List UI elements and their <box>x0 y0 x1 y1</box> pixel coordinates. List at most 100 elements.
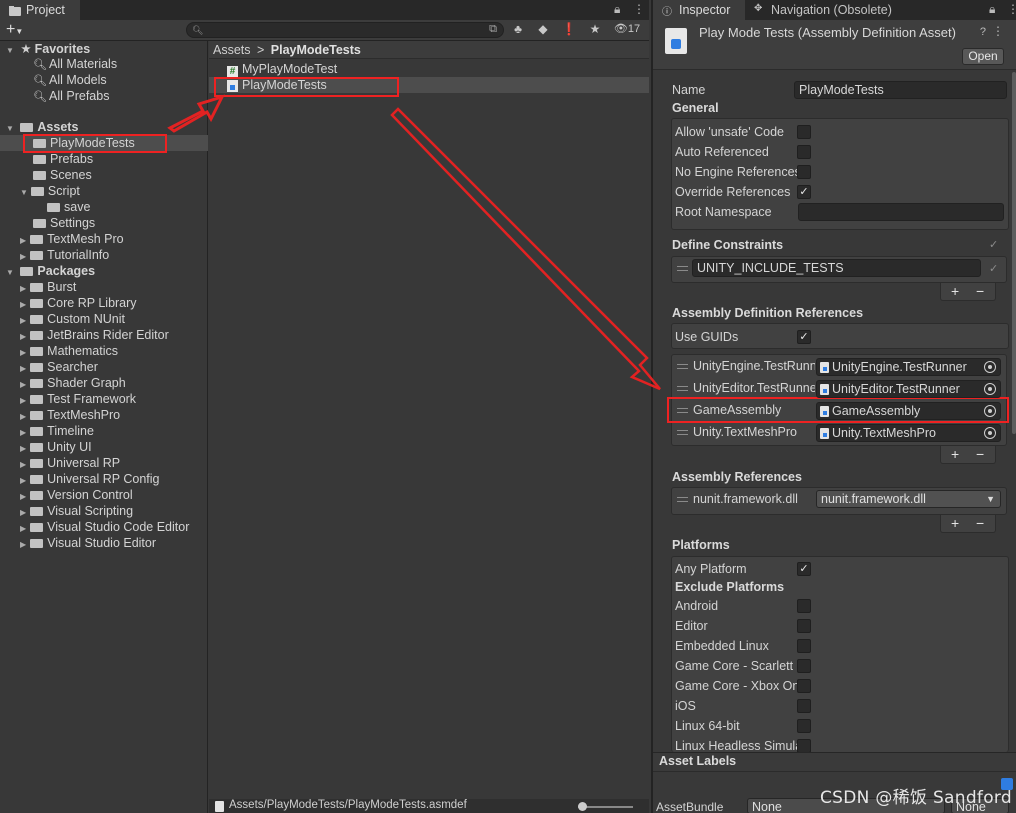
asmdef-reference-field[interactable]: UnityEngine.TestRunner <box>816 358 1001 376</box>
package-item[interactable]: ▶ Shader Graph <box>20 375 126 391</box>
favorites-header[interactable]: ▼ ★ Favorites <box>6 41 90 57</box>
package-item[interactable]: ▶ Universal RP <box>20 455 120 471</box>
drag-handle-icon[interactable] <box>677 408 688 413</box>
breadcrumb-current[interactable]: PlayModeTests <box>271 43 361 57</box>
package-item[interactable]: ▶ Visual Scripting <box>20 503 133 519</box>
slider-knob[interactable] <box>578 802 587 811</box>
drag-handle-icon[interactable] <box>677 386 688 391</box>
object-picker-icon[interactable] <box>984 427 996 439</box>
asset-labels-header[interactable]: Asset Labels <box>659 754 736 768</box>
platform-checkbox[interactable] <box>797 659 811 673</box>
asmdef-reference-field[interactable]: GameAssembly <box>816 402 1001 420</box>
platform-checkbox[interactable] <box>797 599 811 613</box>
collapsed-arrow-icon[interactable]: ▶ <box>20 284 26 293</box>
project-search-input[interactable]: 🔍︎ ⧉ <box>186 22 504 38</box>
platform-label: Linux Headless Simulation <box>675 739 797 752</box>
collapsed-arrow-icon[interactable]: ▶ <box>20 380 26 389</box>
object-picker-icon[interactable] <box>984 405 996 417</box>
folder-item-playmodetests[interactable]: PlayModeTests <box>0 135 208 151</box>
search-scope-icon[interactable]: ♣ <box>508 22 528 38</box>
object-picker-icon[interactable] <box>984 361 996 373</box>
general-option-checkbox[interactable] <box>797 165 811 179</box>
package-item[interactable]: ▶ Searcher <box>20 359 98 375</box>
file-item-script[interactable]: # MyPlayModeTest <box>209 61 649 78</box>
collapsed-arrow-icon[interactable]: ▶ <box>20 460 26 469</box>
expand-arrow-icon[interactable]: ▼ <box>6 268 14 277</box>
inspector-scrollbar[interactable] <box>1012 72 1016 434</box>
collapsed-arrow-icon[interactable]: ▶ <box>20 428 26 437</box>
folder-icon <box>30 507 44 516</box>
package-item[interactable]: ▶ Test Framework <box>20 391 136 407</box>
platform-checkbox[interactable] <box>797 639 811 653</box>
folder-item[interactable]: ▶ TextMesh Pro <box>20 231 124 247</box>
collapsed-arrow-icon[interactable]: ▶ <box>20 396 26 405</box>
favorite-item[interactable]: 🔍︎ All Models <box>33 72 107 88</box>
platform-checkbox[interactable] <box>797 719 811 733</box>
package-item[interactable]: ▶ JetBrains Rider Editor <box>20 327 169 343</box>
package-item[interactable]: ▶ Mathematics <box>20 343 118 359</box>
package-item[interactable]: ▶ Visual Studio Editor <box>20 535 156 551</box>
tab-project[interactable]: Project <box>0 0 80 20</box>
collapsed-arrow-icon[interactable]: ▶ <box>20 444 26 453</box>
breadcrumb-root[interactable]: Assets <box>213 43 251 57</box>
folder-item[interactable]: ▼ Script <box>20 183 80 199</box>
package-item[interactable]: ▶ Universal RP Config <box>20 471 159 487</box>
favorite-star-icon[interactable]: ★ <box>585 22 605 38</box>
collapsed-arrow-icon[interactable]: ▶ <box>20 252 26 261</box>
package-item[interactable]: ▶ Core RP Library <box>20 295 137 311</box>
assets-header[interactable]: ▼ Assets <box>6 119 78 135</box>
favorite-item[interactable]: 🔍︎ All Prefabs <box>33 88 109 104</box>
package-item[interactable]: ▶ Unity UI <box>20 439 92 455</box>
lock-icon[interactable]: 🔒︎ <box>614 2 620 17</box>
package-item[interactable]: ▶ Version Control <box>20 487 133 503</box>
folder-item[interactable]: Prefabs <box>33 151 93 167</box>
collapsed-arrow-icon[interactable]: ▶ <box>20 492 26 501</box>
collapsed-arrow-icon[interactable]: ▶ <box>20 540 26 549</box>
collapsed-arrow-icon[interactable]: ▶ <box>20 508 26 517</box>
platform-checkbox[interactable] <box>797 739 811 752</box>
drag-handle-icon[interactable] <box>677 430 688 435</box>
collapsed-arrow-icon[interactable]: ▶ <box>20 236 26 245</box>
folder-item[interactable]: ▶ TutorialInfo <box>20 247 109 263</box>
file-item-asmdef[interactable]: PlayModeTests <box>209 77 649 93</box>
favorite-item[interactable]: 🔍︎ All Materials <box>33 56 117 72</box>
search-by-type-icon[interactable]: ⧉ <box>489 23 497 36</box>
asmdef-reference-field[interactable]: Unity.TextMeshPro <box>816 424 1001 442</box>
collapsed-arrow-icon[interactable]: ▶ <box>20 348 26 357</box>
hidden-packages-toggle[interactable]: 👁︎17 <box>607 22 647 38</box>
expand-arrow-icon[interactable]: ▼ <box>6 124 14 133</box>
collapsed-arrow-icon[interactable]: ▶ <box>20 524 26 533</box>
collapsed-arrow-icon[interactable]: ▶ <box>20 364 26 373</box>
label-filter-icon[interactable]: ◆ <box>533 22 553 38</box>
folder-item[interactable]: save <box>47 199 90 215</box>
create-plus-button[interactable]: +▼ <box>6 21 23 39</box>
platform-checkbox[interactable] <box>797 619 811 633</box>
package-item[interactable]: ▶ Burst <box>20 279 76 295</box>
expand-arrow-icon[interactable]: ▼ <box>6 46 14 55</box>
expand-arrow-icon[interactable]: ▼ <box>20 188 28 197</box>
package-item[interactable]: ▶ TextMeshPro <box>20 407 120 423</box>
collapsed-arrow-icon[interactable]: ▶ <box>20 412 26 421</box>
package-item[interactable]: ▶ Timeline <box>20 423 94 439</box>
folder-item[interactable]: Settings <box>33 215 95 231</box>
package-item[interactable]: ▶ Visual Studio Code Editor <box>20 519 189 535</box>
collapsed-arrow-icon[interactable]: ▶ <box>20 316 26 325</box>
log-type-icon[interactable]: ❗ <box>559 22 579 38</box>
package-item[interactable]: ▶ Custom NUnit <box>20 311 125 327</box>
general-option-checkbox[interactable] <box>797 145 811 159</box>
general-option-checkbox[interactable] <box>797 125 811 139</box>
general-option-checkbox[interactable]: ✓ <box>797 185 811 199</box>
packages-header[interactable]: ▼ Packages <box>6 263 95 279</box>
kebab-menu-icon[interactable]: ⋮ <box>633 2 645 16</box>
drag-handle-icon[interactable] <box>677 364 688 369</box>
asmdef-reference-field[interactable]: UnityEditor.TestRunner <box>816 380 1001 398</box>
object-picker-icon[interactable] <box>984 383 996 395</box>
collapsed-arrow-icon[interactable]: ▶ <box>20 332 26 341</box>
folder-item[interactable]: Scenes <box>33 167 92 183</box>
collapsed-arrow-icon[interactable]: ▶ <box>20 300 26 309</box>
file-item-label: MyPlayModeTest <box>242 62 338 76</box>
platform-checkbox[interactable] <box>797 699 811 713</box>
icon-size-slider[interactable] <box>578 802 633 811</box>
platform-checkbox[interactable] <box>797 679 811 693</box>
collapsed-arrow-icon[interactable]: ▶ <box>20 476 26 485</box>
